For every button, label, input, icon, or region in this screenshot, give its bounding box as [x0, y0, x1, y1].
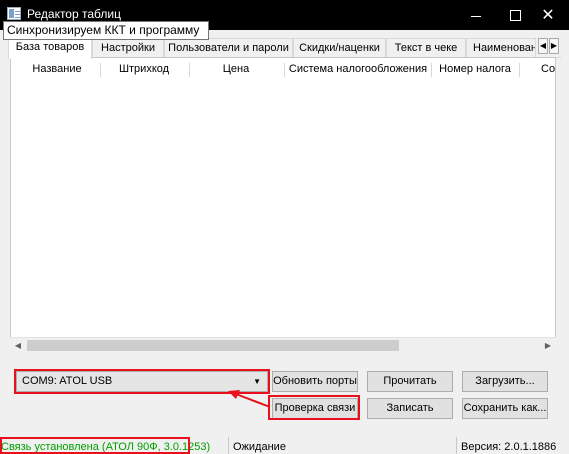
tab-receipt-text[interactable]: Текст в чеке	[386, 38, 466, 58]
horizontal-scrollbar[interactable]: ◀ ▶	[10, 337, 556, 353]
status-divider	[228, 437, 229, 454]
scrollbar-thumb[interactable]	[27, 340, 399, 351]
version-status: Версия: 2.0.1.1886	[461, 441, 557, 453]
column-header-tax-number[interactable]: Номер налога	[432, 63, 518, 75]
scroll-right-icon[interactable]: ▶	[540, 338, 556, 354]
tab-users[interactable]: Пользователи и пароли	[164, 38, 293, 58]
column-header-tax-system[interactable]: Система налогообложения	[285, 63, 431, 75]
window-title: Редактор таблиц	[27, 7, 121, 21]
table-editor-icon	[7, 7, 21, 20]
status-divider	[456, 437, 457, 454]
column-divider	[519, 63, 520, 77]
scroll-left-icon[interactable]: ◀	[10, 338, 26, 354]
close-icon[interactable]: ✕	[530, 0, 566, 30]
read-button[interactable]: Прочитать	[367, 371, 453, 392]
tooltip: Синхронизируем ККТ и программу	[3, 21, 209, 40]
tab-discounts[interactable]: Скидки/наценки	[293, 38, 386, 58]
column-header-more[interactable]: Со	[541, 63, 555, 75]
tab-scroll-left-icon[interactable]: ◀	[538, 38, 548, 54]
check-connection-highlight	[268, 395, 360, 420]
tab-scroll-right-icon[interactable]: ▶	[549, 38, 559, 54]
minimize-icon[interactable]	[458, 0, 494, 30]
red-arrow-icon	[228, 390, 271, 408]
load-button[interactable]: Загрузить...	[462, 371, 548, 392]
write-button[interactable]: Записать	[367, 398, 453, 419]
refresh-ports-button[interactable]: Обновить порты	[272, 371, 358, 392]
maximize-icon[interactable]	[497, 0, 533, 30]
table-header: Название Штрихкод Цена Система налогообл…	[11, 58, 555, 82]
column-header-barcode[interactable]: Штрихкод	[101, 63, 187, 75]
state-status: Ожидание	[233, 441, 286, 453]
tab-names[interactable]: Наименован	[466, 38, 536, 58]
column-header-price[interactable]: Цена	[190, 63, 282, 75]
tab-settings[interactable]: Настройки	[92, 38, 164, 58]
save-as-button[interactable]: Сохранить как...	[462, 398, 548, 419]
connection-status-highlight	[0, 437, 190, 454]
products-table[interactable]: Название Штрихкод Цена Система налогообл…	[10, 57, 556, 352]
column-header-name[interactable]: Название	[15, 63, 99, 75]
